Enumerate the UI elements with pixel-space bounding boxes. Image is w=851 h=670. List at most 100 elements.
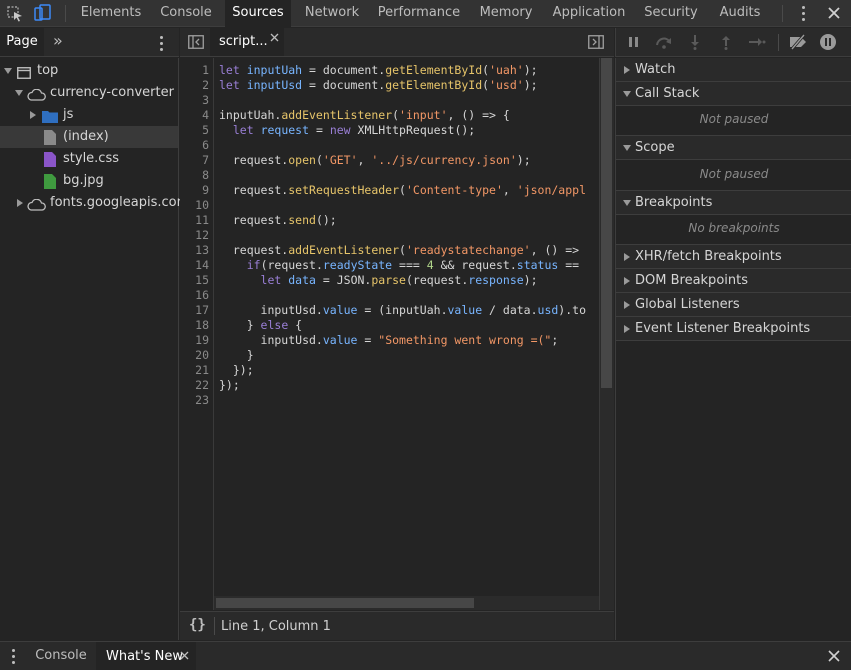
line-number[interactable]: 8 bbox=[179, 168, 209, 182]
debugger-sidebar: Watch Call Stack Not paused Scope Not pa… bbox=[615, 58, 851, 640]
line-number[interactable]: 15 bbox=[179, 273, 209, 287]
code-line[interactable]: inputUsd.value = (inputUah.value / data.… bbox=[219, 303, 586, 317]
customize-menu-icon[interactable] bbox=[802, 6, 805, 24]
step-over-icon[interactable] bbox=[654, 35, 674, 53]
step-into-icon[interactable] bbox=[688, 34, 702, 54]
close-tab-icon[interactable] bbox=[269, 32, 280, 47]
close-tab-icon[interactable] bbox=[179, 650, 190, 665]
step-out-icon[interactable] bbox=[719, 34, 733, 54]
section-scope[interactable]: Scope bbox=[616, 136, 851, 160]
code-line[interactable]: }); bbox=[219, 363, 254, 377]
line-number[interactable]: 19 bbox=[179, 333, 209, 347]
line-number[interactable]: 16 bbox=[179, 288, 209, 302]
line-number-gutter[interactable]: 1 2 3 4 5 6 7 8 9 10 11 12 13 14 15 16 1… bbox=[180, 58, 214, 610]
line-number[interactable]: 18 bbox=[179, 318, 209, 332]
tab-sources[interactable]: Sources bbox=[225, 0, 291, 27]
line-number[interactable]: 6 bbox=[179, 138, 209, 152]
code-token: addEventListener bbox=[281, 108, 393, 122]
tab-elements[interactable]: Elements bbox=[75, 0, 147, 27]
line-number[interactable]: 9 bbox=[179, 183, 209, 197]
tab-security[interactable]: Security bbox=[638, 0, 704, 27]
line-number[interactable]: 23 bbox=[179, 393, 209, 407]
tree-item-js[interactable]: js bbox=[0, 104, 178, 126]
vertical-scroll-thumb[interactable] bbox=[601, 58, 612, 388]
deactivate-breakpoints-icon[interactable] bbox=[788, 34, 808, 54]
line-number[interactable]: 1 bbox=[179, 63, 209, 77]
code-token: ( bbox=[399, 183, 406, 197]
tree-item-bg-jpg[interactable]: bg.jpg bbox=[0, 170, 178, 192]
code-token: { bbox=[288, 318, 303, 332]
section-call-stack[interactable]: Call Stack bbox=[616, 82, 851, 106]
code-line[interactable]: } else { bbox=[219, 318, 302, 332]
close-drawer-icon[interactable] bbox=[826, 648, 842, 668]
code-line[interactable]: let inputUsd = document.getElementById('… bbox=[219, 78, 538, 92]
toggle-debugger-icon[interactable] bbox=[588, 35, 604, 53]
code-token: inputUsd bbox=[246, 78, 303, 92]
code-line[interactable]: request.open('GET', '../js/currency.json… bbox=[219, 153, 531, 167]
section-dom-breakpoints[interactable]: DOM Breakpoints bbox=[616, 269, 851, 293]
code-line[interactable]: request.send(); bbox=[219, 213, 337, 227]
code-editor[interactable]: let inputUah = document.getElementById('… bbox=[214, 58, 599, 610]
line-number[interactable]: 21 bbox=[179, 363, 209, 377]
tree-item-index[interactable]: (index) bbox=[0, 126, 178, 148]
code-line[interactable]: inputUsd.value = "Something went wrong =… bbox=[219, 333, 559, 347]
step-icon[interactable] bbox=[748, 35, 766, 53]
tree-item-fonts-googleapis[interactable]: fonts.googleapis.com bbox=[0, 192, 189, 214]
line-number[interactable]: 11 bbox=[179, 213, 209, 227]
tab-page[interactable]: Page bbox=[0, 28, 44, 56]
code-line[interactable]: inputUah.addEventListener('input', () =>… bbox=[219, 108, 510, 122]
device-toolbar-icon[interactable] bbox=[33, 4, 53, 22]
line-number[interactable]: 4 bbox=[179, 108, 209, 122]
more-tabs-icon[interactable]: » bbox=[53, 31, 63, 50]
code-token: 'usd' bbox=[489, 78, 524, 92]
line-number[interactable]: 7 bbox=[179, 153, 209, 167]
section-global-listeners[interactable]: Global Listeners bbox=[616, 293, 851, 317]
tree-item-style-css[interactable]: style.css bbox=[0, 148, 178, 170]
tab-network[interactable]: Network bbox=[297, 0, 367, 27]
tree-item-top[interactable]: top bbox=[0, 60, 178, 82]
pretty-print-icon[interactable]: {} bbox=[189, 617, 206, 633]
line-number[interactable]: 13 bbox=[179, 243, 209, 257]
section-watch[interactable]: Watch bbox=[616, 58, 851, 82]
drawer-tab-whats-new[interactable]: What's New bbox=[96, 642, 196, 670]
pause-on-exceptions-icon[interactable] bbox=[819, 33, 837, 55]
code-line[interactable]: } bbox=[219, 348, 254, 362]
pause-icon[interactable] bbox=[627, 35, 641, 53]
line-number[interactable]: 17 bbox=[179, 303, 209, 317]
code-line[interactable]: let inputUah = document.getElementById('… bbox=[219, 63, 538, 77]
editor-tab-script[interactable]: script... bbox=[210, 28, 284, 56]
code-line[interactable]: let request = new XMLHttpRequest(); bbox=[219, 123, 475, 137]
line-number[interactable]: 14 bbox=[179, 258, 209, 272]
toggle-navigator-icon[interactable] bbox=[188, 35, 204, 53]
line-number[interactable]: 20 bbox=[179, 348, 209, 362]
tab-memory[interactable]: Memory bbox=[472, 0, 540, 27]
navigator-menu-icon[interactable] bbox=[160, 36, 163, 54]
code-line[interactable]: request.setRequestHeader('Content-type',… bbox=[219, 183, 586, 197]
code-line[interactable]: let data = JSON.parse(request.response); bbox=[219, 273, 538, 287]
section-breakpoints[interactable]: Breakpoints bbox=[616, 191, 851, 215]
code-line[interactable]: if(request.readyState === 4 && request.s… bbox=[219, 258, 579, 272]
tab-application[interactable]: Application bbox=[548, 0, 630, 27]
drawer-menu-icon[interactable] bbox=[12, 649, 15, 667]
line-number[interactable]: 22 bbox=[179, 378, 209, 392]
inspect-element-icon[interactable] bbox=[5, 4, 25, 22]
line-number[interactable]: 3 bbox=[179, 93, 209, 107]
line-number[interactable]: 12 bbox=[179, 228, 209, 242]
tab-performance[interactable]: Performance bbox=[372, 0, 466, 27]
tab-console[interactable]: Console bbox=[151, 0, 221, 27]
line-number[interactable]: 5 bbox=[179, 123, 209, 137]
section-xhr-breakpoints[interactable]: XHR/fetch Breakpoints bbox=[616, 245, 851, 269]
drawer-tabbar: Console What's New bbox=[0, 641, 851, 670]
section-event-listener-breakpoints[interactable]: Event Listener Breakpoints bbox=[616, 317, 851, 341]
expand-triangle-icon bbox=[4, 68, 12, 74]
horizontal-scroll-thumb[interactable] bbox=[216, 598, 474, 608]
code-line[interactable]: request.addEventListener('readystatechan… bbox=[219, 243, 579, 257]
tree-item-currency-converter[interactable]: currency-converter bbox=[0, 82, 178, 104]
close-devtools-icon[interactable] bbox=[825, 4, 845, 22]
line-number[interactable]: 2 bbox=[179, 78, 209, 92]
line-number[interactable]: 10 bbox=[179, 198, 209, 212]
code-line[interactable]: }); bbox=[219, 378, 240, 392]
code-token: value bbox=[322, 303, 358, 317]
tab-audits[interactable]: Audits bbox=[712, 0, 768, 27]
drawer-tab-console[interactable]: Console bbox=[28, 642, 94, 670]
